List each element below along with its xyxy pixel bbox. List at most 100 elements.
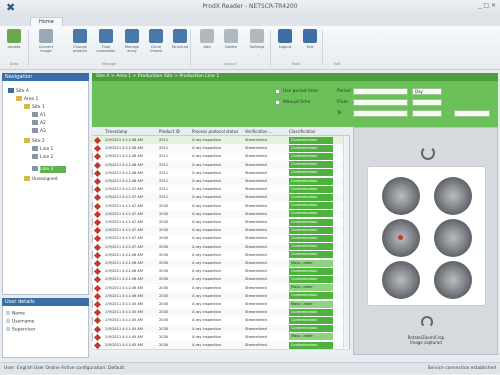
tree-item[interactable]: Site A	[8, 88, 29, 94]
reset-view-icon[interactable]	[421, 316, 433, 328]
table-row[interactable]: 2/9/2011 4:11:48 AM 2011 X-ray inspection S…	[92, 160, 343, 169]
ribbon-button-manage-array[interactable]: Manage array	[122, 29, 142, 59]
table-row[interactable]: 2/9/2011 4:11:45 AM 2030 X-ray inspection S…	[92, 300, 343, 309]
table-cell: 2011	[159, 138, 169, 142]
ribbon-button-structure[interactable]: Structure	[170, 29, 190, 59]
table-header: Timestamp Product ID Process protocol stat…	[92, 127, 350, 136]
window-controls[interactable]: _ □ ✕	[478, 2, 496, 9]
tree-item[interactable]: Site 1	[24, 104, 45, 110]
table-row[interactable]: 2/9/2011 4:11:46 AM 2030 X-ray inspection S…	[92, 267, 343, 276]
table-row[interactable]: 2/9/2011 4:11:47 AM 2030 X-ray inspection S…	[92, 209, 343, 219]
table-row[interactable]: 2/9/2011 4:11:47 AM 2030 X-ray inspection S…	[92, 218, 343, 227]
table-row[interactable]: 2/9/2011 4:11:47 AM 2030 X-ray inspection S…	[92, 234, 343, 243]
table-cell: 2/9/2011 4:11:48 AM	[105, 138, 143, 142]
table-cell: Contamination	[289, 177, 333, 185]
tree-item[interactable]: A1	[32, 112, 46, 118]
table-cell: X-ray inspection	[192, 252, 222, 257]
table-row[interactable]: 2/9/2011 4:11:47 AM 2030 X-ray inspection S…	[92, 242, 343, 251]
table-cell: Streamlined	[245, 252, 267, 257]
table-cell: X-ray inspection	[192, 211, 222, 216]
table-row[interactable]: 2/9/2011 4:11:47 AM 2011 X-ray inspection S…	[92, 193, 343, 202]
ribbon-button-delete[interactable]: Delete	[221, 29, 241, 59]
result-flag-icon	[93, 309, 102, 317]
table-row[interactable]: 2/9/2011 4:11:46 AM 2030 X-ray inspection S…	[92, 291, 343, 301]
table-row[interactable]: 2/9/2011 4:11:45 AM 2030 X-ray inspection S…	[92, 333, 343, 341]
period-input[interactable]	[353, 88, 408, 95]
table-vertical-scrollbar[interactable]	[343, 136, 349, 348]
rotate-icon[interactable]	[421, 146, 435, 160]
to-time-input[interactable]	[412, 110, 442, 117]
table-cell: Streamlined	[245, 326, 267, 331]
table-row[interactable]: 2/9/2011 4:11:45 AM 2030 X-ray inspection S…	[92, 308, 343, 317]
column-header[interactable]: Verification ...	[245, 127, 273, 136]
use-period-label: Use period time	[283, 89, 318, 94]
result-flag-icon	[93, 317, 102, 325]
ribbon-button-final-evaluation[interactable]: Final evaluation	[96, 29, 116, 59]
tree-item[interactable]: Line 2	[32, 154, 53, 160]
tree-item[interactable]: Line 3	[32, 166, 53, 172]
ribbon-button-label: Add	[203, 45, 211, 49]
result-flag-icon	[93, 300, 102, 309]
use-period-checkbox[interactable]	[275, 89, 280, 94]
from-time-input[interactable]	[412, 99, 442, 106]
navigation-header: Navigation	[2, 73, 89, 81]
table-row[interactable]: 2/9/2011 4:11:45 AM 2030 X-ray inspection S…	[92, 324, 343, 333]
preview-caption-line2: Image captured	[410, 340, 442, 345]
table-row[interactable]: 2/9/2011 4:11:47 AM 2011 X-ray inspection S…	[92, 185, 343, 194]
table-cell: 2/9/2011 4:11:45 AM	[105, 326, 143, 331]
tab-home[interactable]: Home	[30, 17, 63, 26]
table-row[interactable]: 2/9/2011 4:11:46 AM 2030 X-ray inspection S…	[92, 259, 343, 268]
ribbon-button-exit[interactable]: Exit	[300, 29, 320, 59]
ribbon-button-update[interactable]: Update	[4, 29, 24, 59]
logout-icon	[278, 29, 292, 43]
table-cell: Streamlined	[245, 285, 267, 290]
table-row[interactable]: 2/9/2011 4:11:48 AM 2011 X-ray inspection S…	[92, 169, 343, 177]
tree-item[interactable]: Line 1	[32, 146, 53, 152]
table-cell: Streamlined	[245, 302, 267, 306]
app-logo-icon[interactable]: ✖	[6, 2, 20, 14]
table-row[interactable]: 2/9/2011 4:11:48 AM 2011 X-ray inspection S…	[92, 152, 343, 161]
ribbon-button-convert-image[interactable]: Convert image	[36, 29, 56, 59]
table-cell: 2030	[159, 261, 169, 265]
tree-item[interactable]: A3	[32, 128, 46, 134]
device-icon	[32, 120, 38, 125]
table-cell: 2030	[159, 211, 169, 216]
from-date-input[interactable]	[353, 99, 408, 106]
tree-item[interactable]: Site 2	[24, 138, 45, 144]
table-row[interactable]: 2/9/2011 4:11:46 AM 2030 X-ray inspection S…	[92, 275, 343, 284]
period-unit-select[interactable]: Day	[412, 88, 442, 95]
table-cell: X-ray inspection	[192, 261, 222, 265]
ribbon-button-label: Clone thread	[150, 45, 162, 53]
table-cell: 2030	[159, 228, 169, 233]
table-row[interactable]: 2/9/2011 4:11:47 AM 2030 X-ray inspection S…	[92, 202, 343, 210]
table-row[interactable]: 2/9/2011 4:11:47 AM 2030 X-ray inspection S…	[92, 226, 343, 235]
column-header[interactable]: Classification	[289, 127, 315, 136]
to-date-input[interactable]	[353, 110, 408, 117]
table-row[interactable]: 2/9/2011 4:11:45 AM 2030 X-ray inspection S…	[92, 316, 343, 325]
column-header[interactable]: Product ID	[159, 127, 180, 136]
column-header[interactable]: Process protocol status	[192, 127, 238, 136]
ribbon-button-clone-thread[interactable]: Clone thread	[146, 29, 166, 59]
table-row[interactable]: 2/9/2011 4:11:46 AM 2030 X-ray inspection S…	[92, 251, 343, 259]
table-row[interactable]: 2/9/2011 4:11:48 AM 2011 X-ray inspection S…	[92, 177, 343, 186]
tree-item[interactable]: A2	[32, 120, 46, 126]
ribbon-button-settings[interactable]: Settings	[247, 29, 267, 59]
ribbon-button-change-product[interactable]: Change product	[70, 29, 90, 59]
ribbon-button-add[interactable]: Add	[197, 29, 217, 59]
column-header[interactable]: Timestamp	[105, 127, 127, 136]
table-cell: 2/9/2011 4:11:48 AM	[105, 162, 143, 167]
update-icon	[7, 29, 21, 43]
apply-button[interactable]	[454, 110, 490, 117]
table-row[interactable]: 2/9/2011 4:11:45 AM 2030 X-ray inspection S…	[92, 341, 343, 349]
table-row[interactable]: 2/9/2011 4:11:48 AM 2011 X-ray inspection S…	[92, 144, 343, 153]
tree-item[interactable]: Area 1	[16, 96, 38, 102]
table-row[interactable]: 2/9/2011 4:11:46 AM 2030 X-ray inspection S…	[92, 284, 343, 292]
table-row[interactable]: 2/9/2011 4:11:48 AM 2011 X-ray inspection S…	[92, 136, 343, 145]
table-horizontal-scrollbar[interactable]	[92, 349, 350, 355]
table-cell: 2/9/2011 4:11:45 AM	[105, 318, 143, 323]
manual-time-checkbox[interactable]	[275, 100, 280, 105]
ribbon-button-label: Exit	[306, 45, 314, 49]
tree-item[interactable]: Unassigned	[24, 176, 58, 182]
ribbon-button-logout[interactable]: Logout	[275, 29, 295, 59]
result-flag-icon	[93, 333, 102, 341]
